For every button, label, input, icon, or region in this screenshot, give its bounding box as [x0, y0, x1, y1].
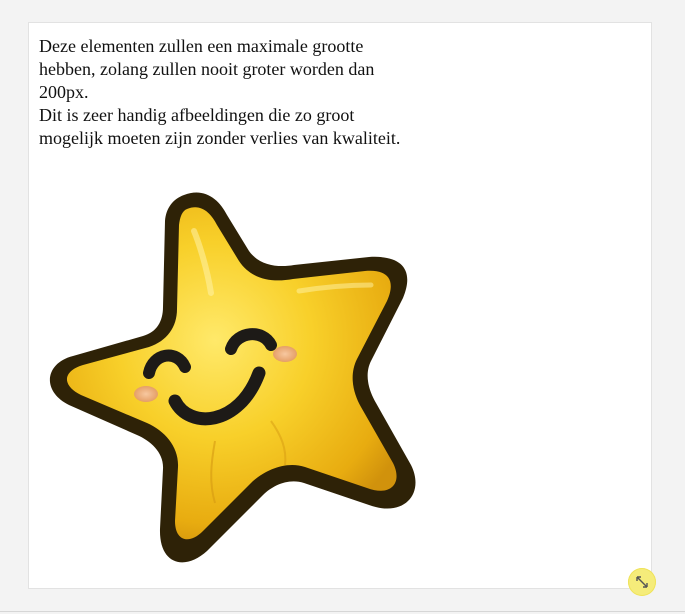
smiling-star-icon — [49, 192, 416, 563]
paragraph-quality: Dit is zeer handig afbeeldingen die zo g… — [39, 105, 401, 148]
resize-arrows-icon — [636, 576, 648, 588]
bottom-divider — [0, 611, 685, 612]
text-block: Deze elementen zullen een maximale groot… — [39, 35, 419, 150]
preview-panel: Deze elementen zullen een maximale groot… — [28, 22, 652, 589]
paragraph-max-size: Deze elementen zullen een maximale groot… — [39, 36, 375, 102]
resize-handle[interactable] — [628, 568, 656, 596]
star-image — [39, 173, 419, 573]
